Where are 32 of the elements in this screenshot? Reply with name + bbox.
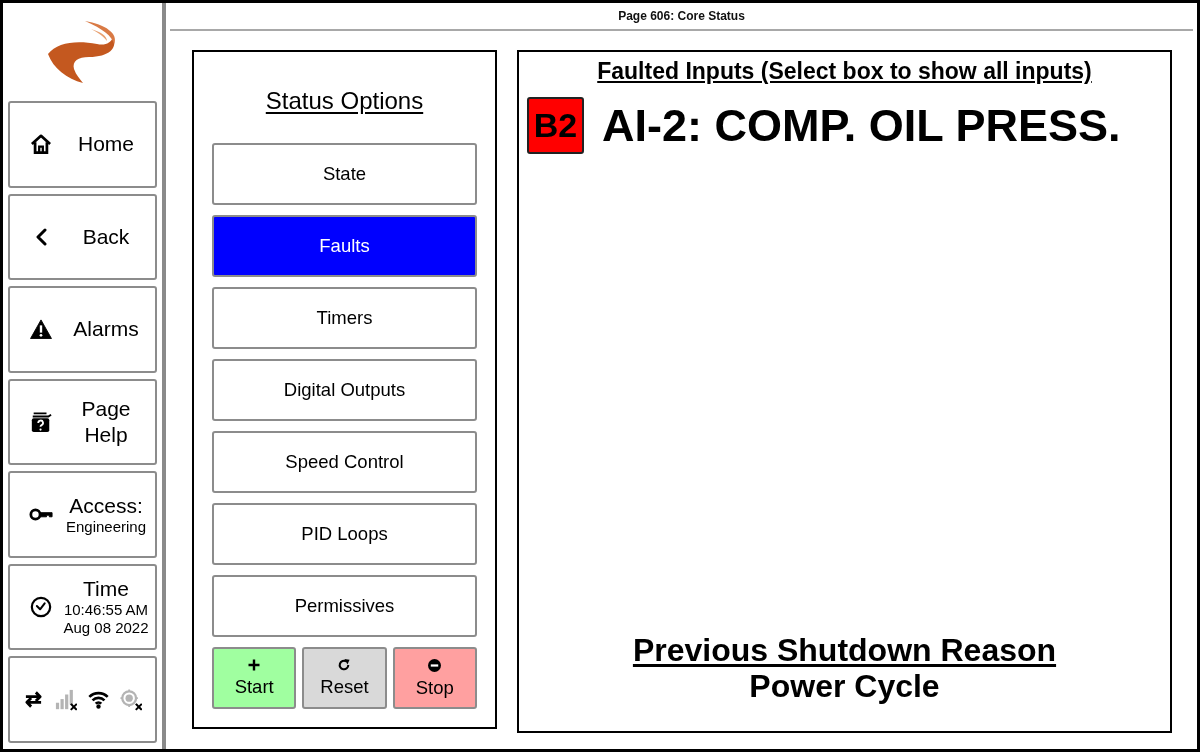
home-icon [30,134,52,155]
shutdown-heading: Previous Shutdown Reason [632,632,1057,668]
page-help-button[interactable]: Page Help [8,378,157,466]
refresh-icon [338,659,351,671]
minus-circle-icon [428,658,442,672]
home-button[interactable]: Home [8,101,157,188]
time-button[interactable]: Time 10:46:55 AM Aug 08 2022 [8,563,157,651]
status-option-button[interactable]: Timers [212,287,477,349]
access-button[interactable]: Access: Engineering [8,471,157,558]
status-option-button[interactable]: State [212,143,477,205]
shutdown-reason: Power Cycle [749,668,940,704]
start-button[interactable]: Start [212,647,297,709]
key-icon [29,507,53,523]
question-box-icon [30,411,52,433]
status-option-button[interactable]: Permissives [212,575,477,637]
panel-heading: Status Options [265,87,424,115]
page-title: Page 606: Core Status [618,9,745,23]
plus-icon [248,659,261,671]
back-button[interactable]: Back [8,193,157,281]
alarms-button[interactable]: Alarms [8,286,157,373]
status-option-button[interactable]: PID Loops [212,503,477,565]
chevron-left-icon [35,227,47,246]
status-option-button[interactable]: Faults [212,215,477,277]
faulted-inputs-heading: Faulted Inputs (Select box to show all inputs) [597,58,1092,84]
warning-icon [30,319,52,340]
reset-button[interactable]: Reset [302,647,387,709]
clock-icon [30,596,52,619]
stop-button[interactable]: Stop [392,647,477,709]
fault-code-tag[interactable]: B2 [527,97,584,154]
status-option-button[interactable]: Digital Outputs [212,359,477,421]
fault-description: AI-2: COMP. OIL PRESS. [602,99,1121,152]
status-option-button[interactable]: Speed Control [212,431,477,493]
